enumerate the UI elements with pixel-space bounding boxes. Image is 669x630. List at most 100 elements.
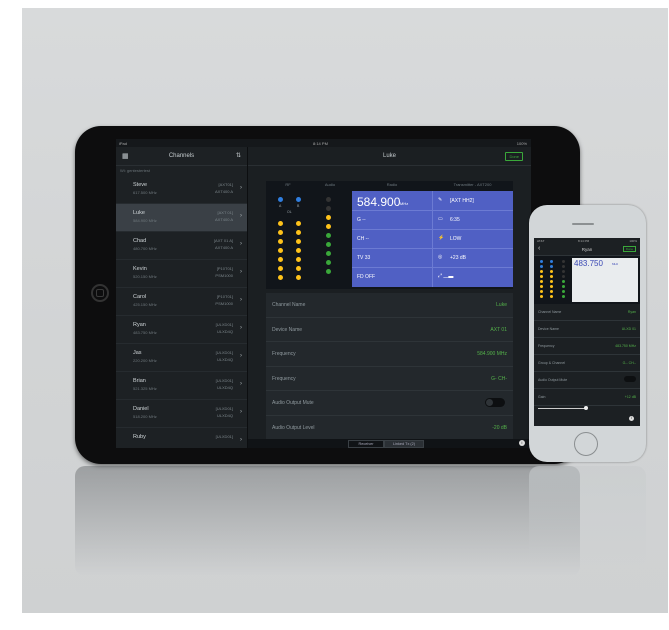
meter-led xyxy=(540,260,543,263)
tab-linked-tx[interactable]: Linked Tx (2) xyxy=(384,440,424,448)
channel-row[interactable]: Luke 584.900 MHz [AXT 01] AXT400 A › xyxy=(116,204,247,232)
iphone-settings-value: G-- CH-- xyxy=(622,361,636,365)
meter-led xyxy=(550,260,553,263)
mute-toggle[interactable] xyxy=(485,398,505,407)
channel-frequency: 518.200 MHz xyxy=(133,414,157,419)
channel-device: [P10T01] xyxy=(216,266,233,271)
channel-name: Jas xyxy=(133,350,142,356)
meter-led xyxy=(326,269,331,274)
settings-label: Frequency xyxy=(272,351,296,357)
channel-device: [AXT01] xyxy=(218,182,233,187)
tab-receiver[interactable]: Receiver xyxy=(348,440,384,448)
iphone-settings-row[interactable]: Gain +12 dB xyxy=(534,389,640,406)
meter-led xyxy=(540,295,543,298)
settings-row[interactable]: Frequency 584.900 MHz xyxy=(266,342,513,367)
iphone-settings-label: Frequency xyxy=(538,344,555,348)
iphone-settings-row[interactable]: Frequency 483.750 MHz xyxy=(534,338,640,355)
meter-led xyxy=(296,248,301,253)
channel-model: ULXD4Q xyxy=(216,413,233,418)
ipad-reflection xyxy=(75,466,580,576)
meter-led xyxy=(326,233,331,238)
channel-name: Steve xyxy=(133,182,148,188)
meter-led xyxy=(326,242,331,247)
meter-led xyxy=(326,260,331,265)
settings-label: Audio Output Mute xyxy=(272,400,314,406)
iphone-settings-label: Group & Channel xyxy=(538,361,566,365)
chevron-right-icon: › xyxy=(240,325,242,331)
iphone-settings-label: Device Name xyxy=(538,327,560,331)
iphone-settings-row[interactable]: Group & Channel G-- CH-- xyxy=(534,355,640,372)
iphone-mute-toggle[interactable] xyxy=(624,376,636,382)
settings-row[interactable]: Device Name AXT 01 xyxy=(266,318,513,342)
meter-led xyxy=(296,230,301,235)
channel-model: PSM1000 xyxy=(215,301,233,306)
chevron-right-icon: › xyxy=(240,297,242,303)
channel-row[interactable]: Daniel 518.200 MHz [ULXD01] ULXD4Q › xyxy=(116,400,247,428)
meter-led xyxy=(296,239,301,244)
done-button[interactable]: Done xyxy=(505,152,523,161)
chevron-right-icon: › xyxy=(240,437,242,443)
meter-led xyxy=(540,270,543,273)
meter-led xyxy=(326,251,331,256)
chevron-right-icon: › xyxy=(240,269,242,275)
gain-slider-thumb[interactable] xyxy=(584,406,588,410)
radio-transmitter-panel: 584.900 MHz G -- CH -- TV 33 FD OFF ✎ [A… xyxy=(352,191,513,287)
channel-model: AXT400 A xyxy=(214,189,233,194)
meter-led xyxy=(278,239,283,244)
meter-led xyxy=(278,257,283,262)
meter-led xyxy=(326,224,331,229)
channel-row[interactable]: Chad 480.700 MHz [AXT 01 A] AXT400 A › xyxy=(116,232,247,260)
rf-led-b xyxy=(296,197,301,202)
channel-row[interactable]: Kevin 520.150 MHz [P10T01] PSM1000 › xyxy=(116,260,247,288)
iphone-carrier: AT&T xyxy=(537,239,545,243)
settings-row[interactable]: Audio Output Mute xyxy=(266,391,513,416)
iphone-settings-row[interactable]: Audio Output Mute xyxy=(534,372,640,389)
settings-row[interactable]: Channel Name Luke xyxy=(266,293,513,318)
meter-led xyxy=(326,215,331,220)
meter-led xyxy=(278,266,283,271)
channel-row[interactable]: Carol 425.150 MHz [P10T01] PSM1000 › xyxy=(116,288,247,316)
gain-icon: ◎ xyxy=(438,254,443,260)
settings-row[interactable]: Frequency G- CH- xyxy=(266,367,513,391)
iphone-home-button[interactable] xyxy=(574,432,598,456)
channel-device: [ULXD01] xyxy=(215,434,233,439)
iphone-settings-row[interactable]: Device Name ULXD 01 xyxy=(534,321,640,338)
tv-value: TV 33 xyxy=(357,255,371,261)
meter-led xyxy=(562,280,565,283)
bottom-tab-bar: Receiver Linked Tx (2) i xyxy=(248,439,531,448)
iphone-radio-panel: 483.750 MHz xyxy=(572,258,638,302)
detail-title: Luke xyxy=(382,153,396,159)
meter-led xyxy=(540,285,543,288)
meter-led xyxy=(550,280,553,283)
iphone-info-icon[interactable]: i xyxy=(629,416,634,421)
settings-value: Luke xyxy=(496,302,507,308)
iphone-settings-value: Ryan xyxy=(627,310,636,314)
meter-led xyxy=(278,221,283,226)
channel-row[interactable]: Steve 617.500 MHz [AXT01] AXT400 A › xyxy=(116,176,247,204)
channel-row[interactable]: Ruby [ULXD01] › xyxy=(116,428,247,448)
settings-label: Audio Output Level xyxy=(272,424,315,431)
fd-value: FD OFF xyxy=(357,274,376,280)
meter-led xyxy=(278,275,283,280)
sort-icon[interactable]: ⇅ xyxy=(236,152,241,159)
meter-led xyxy=(540,275,543,278)
channel-row[interactable]: Jas 220.200 MHz [ULXD01] ULXD4Q › xyxy=(116,344,247,372)
meter-led xyxy=(562,285,565,288)
rf-led-a xyxy=(278,197,283,202)
info-icon[interactable]: i xyxy=(519,440,525,446)
channel-list: Steve 617.500 MHz [AXT01] AXT400 A › Luke… xyxy=(116,176,247,448)
iphone-settings-row[interactable]: Channel Name Ryan xyxy=(534,304,640,321)
battery-icon: ▭ xyxy=(438,216,443,222)
meter-led xyxy=(326,206,331,211)
settings-label: Channel Name xyxy=(272,302,306,308)
channel-device: [ULXD01] xyxy=(215,378,233,383)
iphone-clock: 8:14 PM xyxy=(578,239,590,243)
settings-label: Device Name xyxy=(272,326,303,333)
channel-model: AXT400 A xyxy=(214,245,233,250)
iphone-done-button[interactable]: Done xyxy=(622,246,636,252)
meter-led xyxy=(562,260,565,263)
channel-row[interactable]: Brian 521.325 MHz [ULXD01] ULXD4Q › xyxy=(116,372,247,400)
ipad-home-button[interactable] xyxy=(91,284,109,302)
settings-row[interactable]: Audio Output Level -20 dB xyxy=(266,416,513,440)
channel-row[interactable]: Ryan 483.750 MHz [ULXD01] ULXD4Q › xyxy=(116,316,247,344)
